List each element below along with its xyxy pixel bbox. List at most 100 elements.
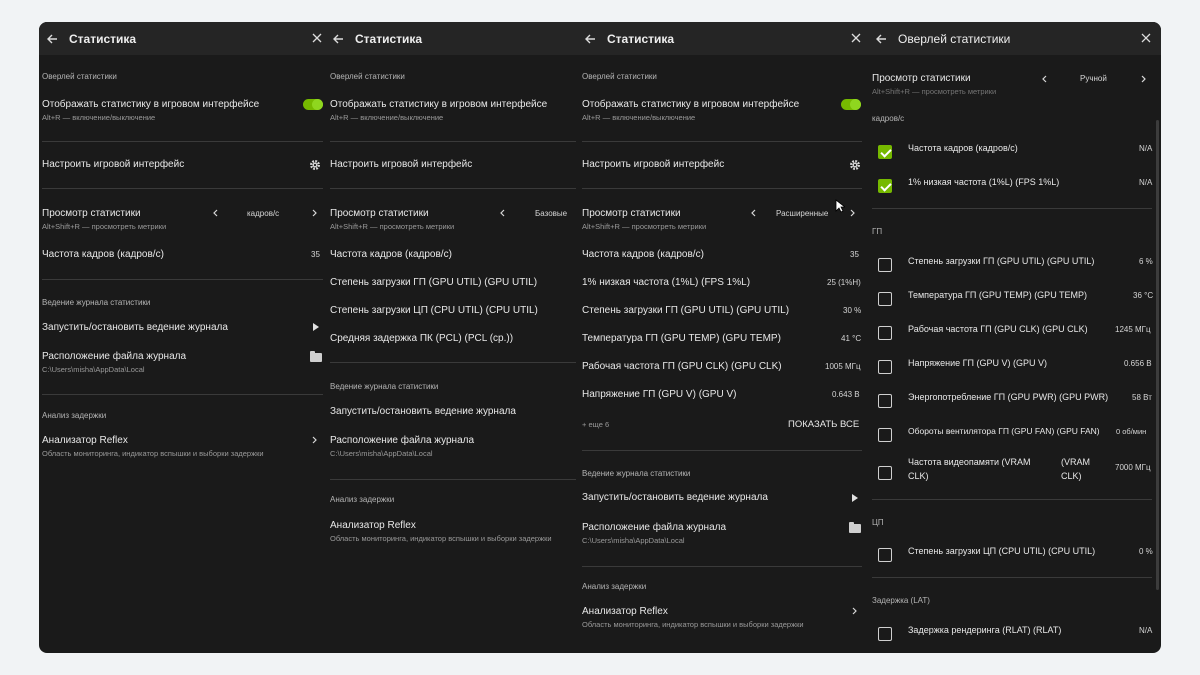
log-location-label[interactable]: Расположение файла журнала <box>42 352 186 362</box>
gpu-item-value: 58 Вт <box>1132 393 1152 402</box>
view-stats-label: Просмотр статистики <box>582 208 681 219</box>
divider <box>42 188 323 189</box>
log-toggle-label[interactable]: Запустить/остановить ведение журнала <box>330 407 516 417</box>
show-stats-label[interactable]: Отображать статистику в игровом интерфей… <box>42 100 259 110</box>
title-bar: Статистика Статистика Статистика Оверлей… <box>39 22 1161 55</box>
metric-value: 1005 МГц <box>825 362 861 371</box>
customize-ui-label[interactable]: Настроить игровой интерфейс <box>582 160 724 170</box>
show-stats-hint: Alt+R — включение/выключение <box>42 113 156 122</box>
reflex-label[interactable]: Анализатор Reflex <box>330 521 416 531</box>
gear-icon[interactable] <box>849 159 861 171</box>
divider <box>582 566 862 567</box>
scrollbar[interactable] <box>1156 120 1159 590</box>
back-arrow-icon[interactable] <box>45 32 59 46</box>
metric-value: 25 (1%H) <box>827 278 861 287</box>
chevron-left-icon[interactable] <box>1041 75 1047 83</box>
metric-value: 35 <box>850 250 859 259</box>
log-location-path: C:\Users\misha\AppData\Local <box>42 365 145 374</box>
show-stats-label[interactable]: Отображать статистику в игровом интерфей… <box>330 100 547 110</box>
divider <box>872 208 1152 209</box>
vram-short-line1: (VRAM <box>1061 457 1090 467</box>
play-icon[interactable] <box>852 494 858 502</box>
gpu-item-label: Обороты вентилятора ГП (GPU FAN) (GPU FA… <box>908 426 1100 436</box>
checkbox-gpu-temp[interactable] <box>878 292 892 306</box>
section-latency: Задержка (LAT) <box>872 596 930 605</box>
play-icon[interactable] <box>313 323 319 331</box>
gear-icon[interactable] <box>309 159 321 171</box>
close-icon[interactable] <box>1140 32 1152 44</box>
back-arrow-icon[interactable] <box>874 32 888 46</box>
reflex-hint: Область мониторинга, индикатор вспышки и… <box>42 449 264 458</box>
show-stats-toggle[interactable] <box>841 99 861 110</box>
metric-label: Частота кадров (кадров/с) <box>582 249 704 260</box>
back-arrow-icon[interactable] <box>583 32 597 46</box>
chevron-left-icon[interactable] <box>499 209 505 217</box>
section-latency: Анализ задержки <box>582 582 647 591</box>
metric-label: Средняя задержка ПК (PCL) (PCL (ср.)) <box>330 333 514 344</box>
checkbox-vram-clk[interactable] <box>878 466 892 480</box>
reflex-label[interactable]: Анализатор Reflex <box>582 607 668 617</box>
chevron-left-icon[interactable] <box>212 209 218 217</box>
checkbox-gpu-pwr[interactable] <box>878 394 892 408</box>
checkbox-gpu-fan[interactable] <box>878 428 892 442</box>
chevron-right-icon[interactable] <box>312 209 318 217</box>
panel1-title: Статистика <box>69 31 137 46</box>
view-stats-hint: Alt+Shift+R — просмотреть метрики <box>872 87 997 96</box>
checkbox-rlat[interactable] <box>878 627 892 641</box>
customize-ui-label[interactable]: Настроить игровой интерфейс <box>42 160 184 170</box>
vram-label-line1: Частота видеопамяти (VRAM <box>908 457 1031 467</box>
gpu-item-value: 0 об/мин <box>1116 427 1147 436</box>
close-icon[interactable] <box>311 32 323 44</box>
metric-label: Напряжение ГП (GPU V) (GPU V) <box>582 389 737 400</box>
gpu-item-label: Температура ГП (GPU TEMP) (GPU TEMP) <box>908 290 1088 300</box>
show-all-button[interactable]: ПОКАЗАТЬ ВСЕ <box>788 420 859 430</box>
back-arrow-icon[interactable] <box>331 32 345 46</box>
chevron-right-icon[interactable] <box>312 436 318 444</box>
panel1-header: Статистика <box>45 22 328 55</box>
reflex-label[interactable]: Анализатор Reflex <box>42 436 128 446</box>
log-toggle-label[interactable]: Запустить/остановить ведение журнала <box>582 493 768 503</box>
view-stats-label: Просмотр статистики <box>42 208 141 219</box>
log-location-path: C:\Users\misha\AppData\Local <box>582 536 685 545</box>
section-overlay: Оверлей статистики <box>42 72 117 81</box>
gpu-item-label: Энергопотребление ГП (GPU PWR) (GPU PWR) <box>908 392 1109 402</box>
chevron-right-icon[interactable] <box>852 607 858 615</box>
chevron-right-icon[interactable] <box>1141 75 1147 83</box>
metric-label: Частота кадров (кадров/с) <box>330 249 452 260</box>
show-stats-hint: Alt+R — включение/выключение <box>330 113 444 122</box>
divider <box>42 279 323 280</box>
checkbox-gpu-clk[interactable] <box>878 326 892 340</box>
close-icon[interactable] <box>850 32 862 44</box>
checkbox-fps[interactable] <box>878 145 892 159</box>
vram-value: 7000 МГц <box>1115 463 1151 472</box>
reflex-hint: Область мониторинга, индикатор вспышки и… <box>330 534 552 543</box>
folder-icon[interactable] <box>849 522 861 533</box>
view-stats-value: кадров/с <box>247 209 280 218</box>
checkbox-gpu-util[interactable] <box>878 258 892 272</box>
show-stats-toggle[interactable] <box>303 99 323 110</box>
checkbox-gpu-v[interactable] <box>878 360 892 374</box>
divider <box>330 188 576 189</box>
chevron-left-icon[interactable] <box>750 209 756 217</box>
log-toggle-label[interactable]: Запустить/остановить ведение журнала <box>42 323 228 333</box>
checkbox-cpu-util[interactable] <box>878 548 892 562</box>
chevron-right-icon[interactable] <box>850 209 856 217</box>
cpu-item-value: 0 % <box>1139 547 1153 556</box>
show-stats-label[interactable]: Отображать статистику в игровом интерфей… <box>582 100 799 110</box>
checkbox-fps-low[interactable] <box>878 179 892 193</box>
log-location-label[interactable]: Расположение файла журнала <box>330 436 474 446</box>
divider <box>42 141 323 142</box>
view-stats-value: Расширенные <box>776 209 829 218</box>
folder-icon[interactable] <box>310 351 322 362</box>
fps-item-value: N/A <box>1139 178 1153 187</box>
section-overlay: Оверлей статистики <box>582 72 657 81</box>
gpu-item-label: Степень загрузки ГП (GPU UTIL) (GPU UTIL… <box>908 256 1095 266</box>
cpu-item-label: Степень загрузки ЦП (CPU UTIL) (CPU UTIL… <box>908 546 1096 556</box>
section-overlay: Оверлей статистики <box>330 72 405 81</box>
section-gpu: ГП <box>872 227 883 236</box>
panel2-header: Статистика <box>331 22 577 55</box>
metric-value: 0.643 В <box>832 390 860 399</box>
customize-ui-label[interactable]: Настроить игровой интерфейс <box>330 160 472 170</box>
metric-label: Рабочая частота ГП (GPU CLK) (GPU CLK) <box>582 361 782 372</box>
log-location-label[interactable]: Расположение файла журнала <box>582 523 726 533</box>
